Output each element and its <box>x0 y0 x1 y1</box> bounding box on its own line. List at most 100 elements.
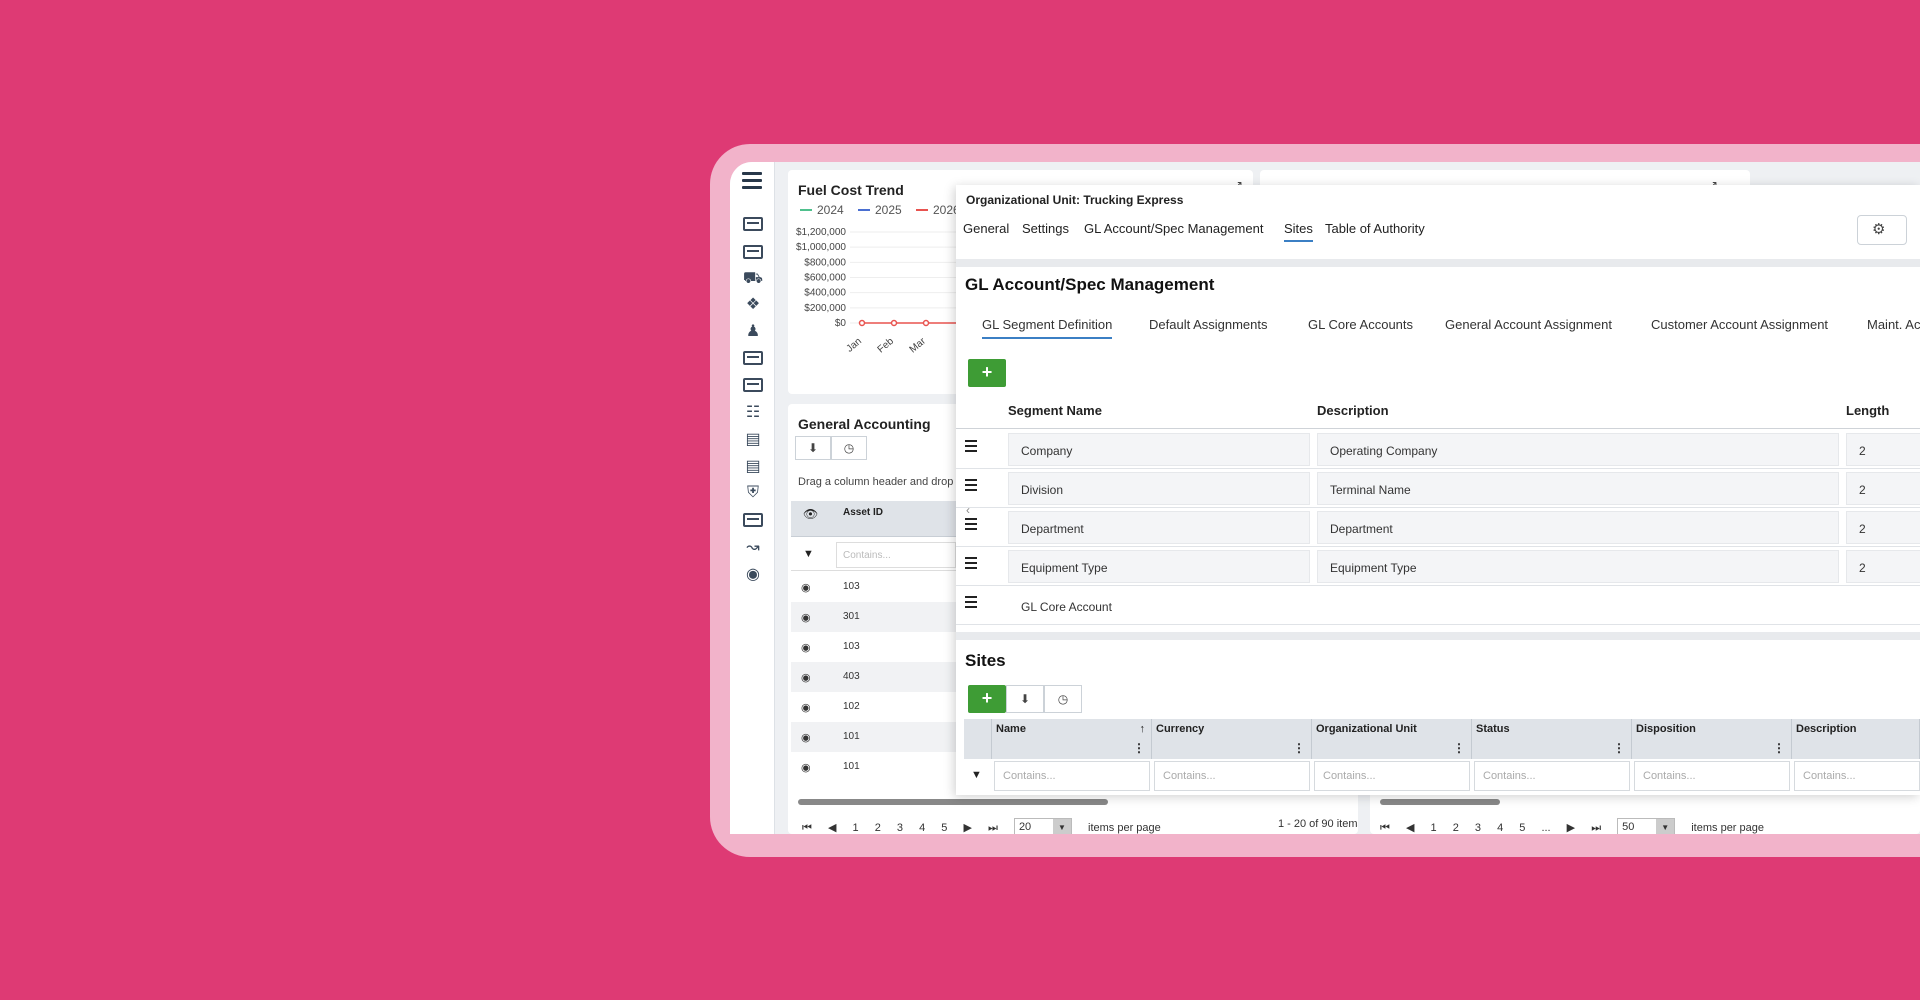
eye-icon[interactable]: ◉ <box>801 731 811 744</box>
report-icon[interactable]: ▤ <box>742 456 764 476</box>
last-page-icon[interactable]: ⏭ <box>1591 822 1601 834</box>
segment-description-field[interactable]: Operating Company <box>1317 433 1839 466</box>
horizontal-scrollbar[interactable] <box>798 799 1108 805</box>
column-menu-icon[interactable]: ⋮ <box>1773 741 1785 755</box>
eye-icon[interactable]: 👁 <box>803 507 818 521</box>
page-link[interactable]: 4 <box>1497 822 1503 834</box>
table-row[interactable]: Department Department 2 <box>956 508 1920 547</box>
tab-sites[interactable]: Sites <box>1284 221 1313 242</box>
page-link[interactable]: 3 <box>897 822 903 834</box>
drag-handle-icon[interactable] <box>965 518 977 533</box>
invoice-icon[interactable]: ☷ <box>742 402 764 422</box>
rack-icon[interactable] <box>742 348 764 368</box>
page-link[interactable]: 1 <box>1431 822 1437 834</box>
column-menu-icon[interactable]: ⋮ <box>1293 741 1305 755</box>
last-page-icon[interactable]: ⏭ <box>988 822 998 834</box>
length-header[interactable]: Length <box>1846 403 1889 418</box>
column-menu-icon[interactable]: ⋮ <box>1613 741 1625 755</box>
subtab-gl-segment-definition[interactable]: GL Segment Definition <box>982 317 1113 339</box>
page-link[interactable]: 5 <box>941 822 947 834</box>
people-icon[interactable]: ❖ <box>742 294 764 314</box>
page-size-select[interactable]: 50 ▼ <box>1617 818 1676 834</box>
download-button[interactable]: ⬇ <box>795 436 831 460</box>
page-link[interactable]: 2 <box>875 822 881 834</box>
prev-page-icon[interactable]: ◀ <box>1406 821 1414 834</box>
segment-length-field[interactable]: 2 <box>1846 550 1920 583</box>
settings-menu-button[interactable]: ⚙ <box>1857 215 1907 245</box>
segment-length-field[interactable]: 2 <box>1846 511 1920 544</box>
tab-settings[interactable]: Settings <box>1022 221 1069 236</box>
segment-name-field[interactable]: GL Core Account <box>1008 589 1920 622</box>
building-icon[interactable] <box>742 375 764 395</box>
page-link[interactable]: 2 <box>1453 822 1459 834</box>
segment-length-field[interactable]: 2 <box>1846 472 1920 505</box>
sort-up-icon[interactable]: ↑ <box>1140 723 1146 735</box>
segment-description-field[interactable]: Equipment Type <box>1317 550 1839 583</box>
table-row[interactable]: Division Terminal Name 2 <box>956 469 1920 508</box>
eye-icon[interactable]: ◉ <box>801 611 811 624</box>
drag-handle-icon[interactable] <box>965 440 977 455</box>
shield-icon[interactable]: ⛨ <box>742 483 764 503</box>
segment-name-field[interactable]: Equipment Type <box>1008 550 1310 583</box>
eye-icon[interactable]: ◉ <box>801 761 811 774</box>
grid-building-icon[interactable] <box>742 510 764 530</box>
menu-icon[interactable] <box>742 172 762 190</box>
sites-description-header[interactable]: Description <box>1792 719 1920 759</box>
page-link[interactable]: 4 <box>919 822 925 834</box>
filter-icon[interactable]: ▼ <box>971 769 982 781</box>
column-menu-icon[interactable]: ⋮ <box>1453 741 1465 755</box>
asset-id-header[interactable]: Asset ID <box>843 507 883 518</box>
segment-length-field[interactable]: 2 <box>1846 433 1920 466</box>
segment-name-field[interactable]: Company <box>1008 433 1310 466</box>
prev-page-icon[interactable]: ◀ <box>828 821 836 834</box>
truck-icon[interactable]: ⛟ <box>742 269 764 289</box>
sites-disposition-filter[interactable]: Contains... <box>1634 761 1790 791</box>
money-bag-icon[interactable]: ◉ <box>742 564 764 584</box>
sites-name-filter[interactable]: Contains... <box>994 761 1150 791</box>
subtab-general-account-assignment[interactable]: General Account Assignment <box>1445 317 1612 332</box>
sites-currency-filter[interactable]: Contains... <box>1154 761 1310 791</box>
sites-status-filter[interactable]: Contains... <box>1474 761 1630 791</box>
download-button[interactable]: ⬇ <box>1006 685 1044 713</box>
drag-handle-icon[interactable] <box>965 557 977 572</box>
person-icon[interactable]: ♟ <box>742 321 764 341</box>
history-button[interactable]: ◷ <box>831 436 867 460</box>
page-link[interactable]: 3 <box>1475 822 1481 834</box>
sites-org-unit-header[interactable]: Organizational Unit ⋮ <box>1312 719 1472 759</box>
eye-icon[interactable]: ◉ <box>801 641 811 654</box>
drag-handle-icon[interactable] <box>965 479 977 494</box>
table-row[interactable]: Company Operating Company 2 <box>956 430 1920 469</box>
tab-table-of-authority[interactable]: Table of Authority <box>1325 221 1425 236</box>
tab-gl-account[interactable]: GL Account/Spec Management <box>1084 221 1263 236</box>
eye-icon[interactable]: ◉ <box>801 671 811 684</box>
sites-name-header[interactable]: Name ↑ ⋮ <box>992 719 1152 759</box>
table-row[interactable]: GL Core Account <box>956 586 1920 625</box>
first-page-icon[interactable]: ⏮ <box>1380 822 1390 834</box>
add-segment-button[interactable]: + <box>968 359 1006 387</box>
subtab-default-assignments[interactable]: Default Assignments <box>1149 317 1268 332</box>
table-row[interactable]: Equipment Type Equipment Type 2 <box>956 547 1920 586</box>
next-page-icon[interactable]: ▶ <box>1567 821 1575 834</box>
segment-name-field[interactable]: Division <box>1008 472 1310 505</box>
trailer-icon[interactable] <box>742 242 764 262</box>
history-button[interactable]: ◷ <box>1044 685 1082 713</box>
subtab-maint-account[interactable]: Maint. Ac <box>1867 317 1920 332</box>
warehouse-icon[interactable] <box>742 214 764 234</box>
add-site-button[interactable]: + <box>968 685 1006 713</box>
next-page-icon[interactable]: ▶ <box>963 821 971 834</box>
horizontal-scrollbar[interactable] <box>1380 799 1500 805</box>
sites-status-header[interactable]: Status ⋮ <box>1472 719 1632 759</box>
sites-description-filter[interactable]: Contains... <box>1794 761 1920 791</box>
segment-description-field[interactable]: Terminal Name <box>1317 472 1839 505</box>
sites-currency-header[interactable]: Currency ⋮ <box>1152 719 1312 759</box>
sites-org-unit-filter[interactable]: Contains... <box>1314 761 1470 791</box>
first-page-icon[interactable]: ⏮ <box>802 822 812 834</box>
tab-general[interactable]: General <box>963 221 1009 236</box>
description-header[interactable]: Description <box>1317 403 1389 418</box>
segment-name-field[interactable]: Department <box>1008 511 1310 544</box>
asset-id-filter[interactable]: Contains... <box>836 542 956 568</box>
page-size-select[interactable]: 20 ▼ <box>1013 818 1072 834</box>
eye-icon[interactable]: ◉ <box>801 701 811 714</box>
page-link[interactable]: ... <box>1541 822 1550 834</box>
sites-disposition-header[interactable]: Disposition ⋮ <box>1632 719 1792 759</box>
